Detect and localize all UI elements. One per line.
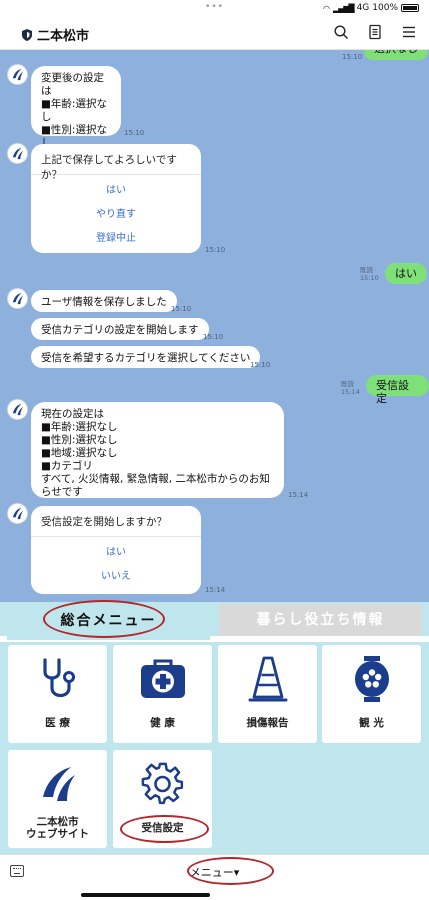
nihonmatsu-logo-icon: [12, 292, 24, 305]
user-reply-bubble: 選択なし: [364, 50, 428, 60]
tile-label: 受信設定: [141, 822, 184, 834]
message-time: 15:10: [360, 274, 379, 282]
message-time: 15:14: [205, 586, 226, 594]
first-aid-kit-icon: [140, 659, 185, 698]
message-time: 15:10: [250, 361, 271, 369]
message-time: 15:14: [341, 388, 360, 396]
message-time: 15:10: [124, 129, 145, 137]
shield-icon: [22, 28, 32, 41]
stethoscope-icon: [42, 658, 75, 698]
status-bar: ••• ◠ ▂▄▆█ 4G 100%: [0, 0, 429, 18]
network-label: 4G: [356, 3, 370, 13]
header-title: 二本松市: [22, 25, 89, 44]
wifi-icon: ◠: [322, 3, 330, 13]
nihonmatsu-logo-icon: [12, 507, 24, 520]
option-redo-button[interactable]: やり直す: [31, 203, 201, 227]
message-time: 15:14: [288, 491, 309, 499]
tab-general-menu[interactable]: 総合メニュー: [7, 602, 210, 640]
bot-message: 受信カテゴリの設定を開始します: [31, 318, 209, 340]
bot-avatar: [7, 64, 28, 85]
bot-message: ユーザ情報を保存しました: [31, 290, 177, 312]
read-receipt: 既読: [341, 380, 354, 388]
battery-icon: [401, 4, 419, 12]
bottom-bar: メニュー▾: [0, 854, 429, 888]
header-actions: [333, 24, 417, 40]
lantern-icon: [354, 656, 389, 702]
card-question: 受信設定を開始しますか？: [31, 506, 201, 537]
nihonmatsu-logo-icon: [12, 403, 24, 416]
option-yes-button[interactable]: はい: [31, 179, 201, 203]
user-reply-bubble: 受信設定: [366, 375, 429, 405]
search-icon[interactable]: [333, 24, 349, 40]
menu-toggle-button[interactable]: メニュー▾: [0, 864, 429, 880]
menu-tile-damage-report[interactable]: 損傷報告: [218, 645, 317, 743]
message-time: 15:10: [342, 53, 363, 61]
message-time: 15:10: [205, 246, 226, 254]
option-no-button[interactable]: いいえ: [31, 565, 201, 589]
menu-tile-website[interactable]: 二本松市 ウェブサイト: [8, 750, 107, 848]
tile-label: 健 康: [150, 717, 175, 729]
menu-tile-tourism[interactable]: 観 光: [322, 645, 421, 743]
gear-icon: [141, 762, 183, 805]
card-question: 上記で保存してよろしいですか？: [31, 144, 201, 181]
bot-avatar: [7, 288, 28, 309]
option-yes-button[interactable]: はい: [31, 541, 201, 565]
tile-label: 観 光: [359, 717, 384, 729]
chat-title: 二本松市: [37, 29, 90, 44]
message-time: 15:10: [171, 305, 192, 313]
rich-menu: 総合メニュー 暮らし役立ち情報 医 療 健 康 損傷報告 観 光 二本松市 ウェ…: [0, 602, 429, 854]
nihonmatsu-logo-icon: [12, 68, 24, 81]
menu-tile-medical[interactable]: 医 療: [8, 645, 107, 743]
option-cancel-registration-button[interactable]: 登録中止: [31, 227, 201, 251]
user-reply-bubble: はい: [385, 263, 427, 284]
bot-message: 受信を希望するカテゴリを選択してください: [31, 346, 261, 368]
bot-avatar: [7, 399, 28, 420]
bot-avatar: [7, 503, 28, 524]
signal-icon: ▂▄▆█: [332, 3, 355, 13]
bot-message: 変更後の設定は ■年齢:選択なし ■性別:選択なし ■地域:選択なし です: [31, 66, 121, 188]
tile-label: 医 療: [45, 717, 70, 729]
traffic-cone-icon: [248, 656, 287, 702]
bot-message: 現在の設定は ■年齢:選択なし ■性別:選択なし ■地域:選択なし ■カテゴリ …: [31, 402, 284, 498]
nihonmatsu-logo-icon: [12, 147, 24, 160]
chat-area[interactable]: 15:10 選択なし 変更後の設定は ■年齢:選択なし ■性別:選択なし ■地域…: [0, 50, 429, 602]
menu-tile-receive-settings[interactable]: 受信設定: [113, 750, 212, 848]
hamburger-menu-icon[interactable]: [401, 24, 417, 40]
menu-tile-health[interactable]: 健 康: [113, 645, 212, 743]
start-settings-card: 受信設定を開始しますか？ はい いいえ: [31, 506, 201, 594]
status-indicators: ◠ ▂▄▆█ 4G 100%: [323, 3, 419, 13]
battery-label: 100%: [372, 3, 398, 13]
message-time: 15:10: [203, 333, 224, 341]
tile-label: 二本松市 ウェブサイト: [26, 816, 89, 840]
notes-icon[interactable]: [367, 24, 383, 40]
home-indicator: [81, 893, 210, 897]
tile-label: 損傷報告: [246, 717, 289, 729]
bot-avatar: [7, 143, 28, 164]
chat-header: 二本松市: [0, 18, 429, 50]
nihonmatsu-logo-icon: [42, 767, 75, 801]
read-receipt: 既読: [360, 266, 373, 274]
confirm-save-card: 上記で保存してよろしいですか？ はい やり直す 登録中止: [31, 144, 201, 253]
tab-living-info[interactable]: 暮らし役立ち情報: [219, 604, 422, 636]
